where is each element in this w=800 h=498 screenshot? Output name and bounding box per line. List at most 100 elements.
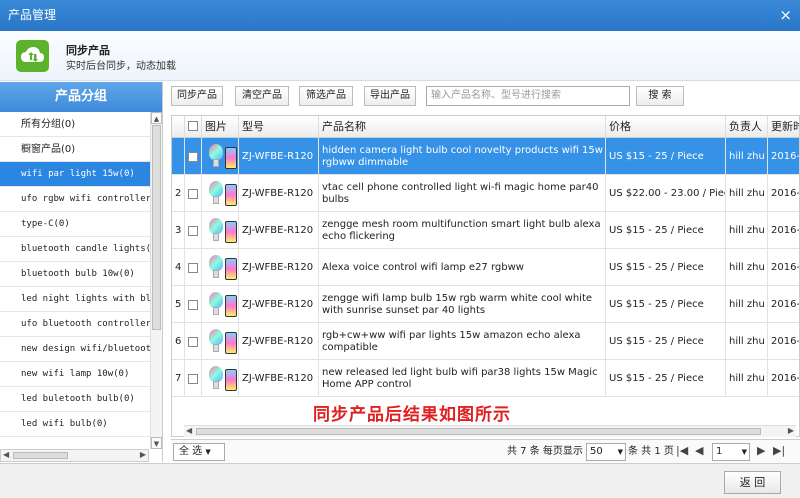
sidebar-item-ufo-bt[interactable]: ufo bluetooth controller r [0,312,150,337]
scroll-left-icon[interactable]: ◀ [186,426,192,435]
product-image [205,215,238,247]
row-checkbox[interactable] [188,188,198,199]
row-checkbox-cell[interactable] [185,138,202,175]
clear-products-button[interactable]: 清空产品 [235,86,289,106]
row-name: vtac cell phone controlled light wi-fi m… [319,175,606,212]
sidebar-item-type-c[interactable]: type-C(0) [0,212,150,237]
sidebar-item-wifi-lamp[interactable]: new wifi lamp 10w(0) [0,362,150,387]
search-input[interactable]: 输入产品名称、型号进行搜索 [426,86,630,106]
scroll-thumb[interactable] [196,428,761,435]
sidebar-item-ufo-rgbw[interactable]: ufo rgbw wifi controller(0) [0,187,150,212]
table-row[interactable]: 5 ZJ-WFBE-R120 zengge wifi lamp bulb 15w r… [172,286,799,323]
sidebar-item-bt-bulb[interactable]: bluetooth bulb 10w(0) [0,262,150,287]
prev-page-icon[interactable]: ◀ [695,444,703,457]
row-number: 2 [172,175,185,212]
row-checkbox-cell[interactable] [185,212,202,249]
table-row[interactable]: 3 ZJ-WFBE-R120 zengge mesh room multifunct… [172,212,799,249]
back-button[interactable]: 返 回 [724,471,781,494]
sidebar-item-candle[interactable]: bluetooth candle lights(0) [0,237,150,262]
next-page-icon[interactable]: ▶ [757,444,765,457]
row-name: new released led light bulb wifi par38 l… [319,360,606,397]
sidebar-item-wifi-bulb[interactable]: led wifi bulb(0) [0,412,150,437]
row-model: ZJ-WFBE-R120 [239,212,319,249]
row-checkbox[interactable] [188,225,198,236]
row-checkbox-cell[interactable] [185,323,202,360]
sidebar-horizontal-scrollbar[interactable]: ◀ ▶ [0,449,149,462]
sidebar-item-night-lights[interactable]: led night lights with blue [0,287,150,312]
row-checkbox[interactable] [188,336,198,347]
row-number [172,138,185,175]
row-updated: 2016- [768,360,799,397]
row-updated: 2016- [768,212,799,249]
page-select[interactable]: 1 ▼ [712,443,750,461]
table-row[interactable]: ZJ-WFBE-R120 hidden camera light bulb coo… [172,138,799,175]
row-price: US $15 - 25 / Piece [606,323,726,360]
row-image-cell [202,138,239,175]
row-number: 3 [172,212,185,249]
last-page-icon[interactable]: ▶| [773,444,785,457]
scroll-up-icon[interactable]: ▲ [151,112,162,124]
row-checkbox-cell[interactable] [185,286,202,323]
header-updated[interactable]: 更新时 [768,116,799,138]
row-checkbox-cell[interactable] [185,249,202,286]
row-checkbox[interactable] [188,299,198,310]
scroll-thumb[interactable] [152,125,161,330]
header-rownum [172,116,185,138]
export-products-button[interactable]: 导出产品 [364,86,416,106]
table-row[interactable]: 7 ZJ-WFBE-R120 new released led light bulb… [172,360,799,397]
sync-products-button[interactable]: 同步产品 [171,86,223,106]
header-name[interactable]: 产品名称 [319,116,606,138]
sidebar-vertical-scrollbar[interactable]: ▲ ▼ [150,112,162,449]
row-owner: hill zhu [726,323,768,360]
header-checkbox-cell[interactable] [185,116,202,138]
sidebar-item-bt-bulb-2[interactable]: led buletooth bulb(0) [0,387,150,412]
header-price[interactable]: 价格 [606,116,726,138]
table-row[interactable]: 4 ZJ-WFBE-R120 Alexa voice control wifi la… [172,249,799,286]
sidebar-item-wifi-par-light[interactable]: wifi par light 15w(0) [0,162,150,187]
header-image: 图片 [202,116,239,138]
row-checkbox-cell[interactable] [185,175,202,212]
product-image [205,363,238,395]
row-model: ZJ-WFBE-R120 [239,175,319,212]
table-row[interactable]: 6 ZJ-WFBE-R120 rgb+cw+ww wifi par lights 1… [172,323,799,360]
scroll-left-icon[interactable]: ◀ [3,450,9,459]
sidebar-item-all-groups[interactable]: 所有分组(0) [0,112,150,137]
product-table: 图片 型号 产品名称 价格 负责人 更新时 ZJ-WFBE-R120hidden… [171,115,800,437]
row-checkbox[interactable] [188,262,198,273]
row-checkbox[interactable] [188,373,198,384]
row-checkbox[interactable] [188,151,198,162]
sidebar-item-showcase[interactable]: 橱窗产品(0) [0,137,150,162]
row-model: ZJ-WFBE-R120 [239,249,319,286]
row-image-cell [202,323,239,360]
row-image-cell [202,175,239,212]
table-row[interactable]: 2 ZJ-WFBE-R120 vtac cell phone controlled … [172,175,799,212]
scroll-down-icon[interactable]: ▼ [151,437,162,449]
row-owner: hill zhu [726,138,768,175]
header-owner[interactable]: 负责人 [726,116,768,138]
scroll-right-icon[interactable]: ▶ [140,450,146,459]
product-image [205,252,238,284]
page-size-value: 50 [590,446,603,457]
chevron-down-icon: ▼ [617,448,623,456]
header-model[interactable]: 型号 [239,116,319,138]
sidebar-item-new-design[interactable]: new design wifi/bluetooth [0,337,150,362]
scroll-thumb[interactable] [13,452,68,459]
filter-products-button[interactable]: 筛选产品 [299,86,353,106]
close-icon[interactable]: × [779,0,792,31]
search-button[interactable]: 搜 索 [636,86,684,106]
row-price: US $22.00 - 23.00 / Piece [606,175,726,212]
bottom-bar: 返 回 [0,463,800,498]
row-updated: 2016- [768,175,799,212]
cloud-sync-icon [16,40,49,72]
row-price: US $15 - 25 / Piece [606,286,726,323]
page-size-select[interactable]: 50 ▼ [586,443,626,461]
row-price: US $15 - 25 / Piece [606,212,726,249]
select-all-checkbox[interactable] [188,121,198,131]
select-all-dropdown[interactable]: 全 选 ▼ [173,443,225,461]
scroll-right-icon[interactable]: ▶ [788,426,794,435]
first-page-icon[interactable]: |◀ [676,444,688,457]
row-number: 5 [172,286,185,323]
row-checkbox-cell[interactable] [185,360,202,397]
table-horizontal-scrollbar[interactable]: ◀ ▶ [184,425,796,437]
row-model: ZJ-WFBE-R120 [239,138,319,175]
